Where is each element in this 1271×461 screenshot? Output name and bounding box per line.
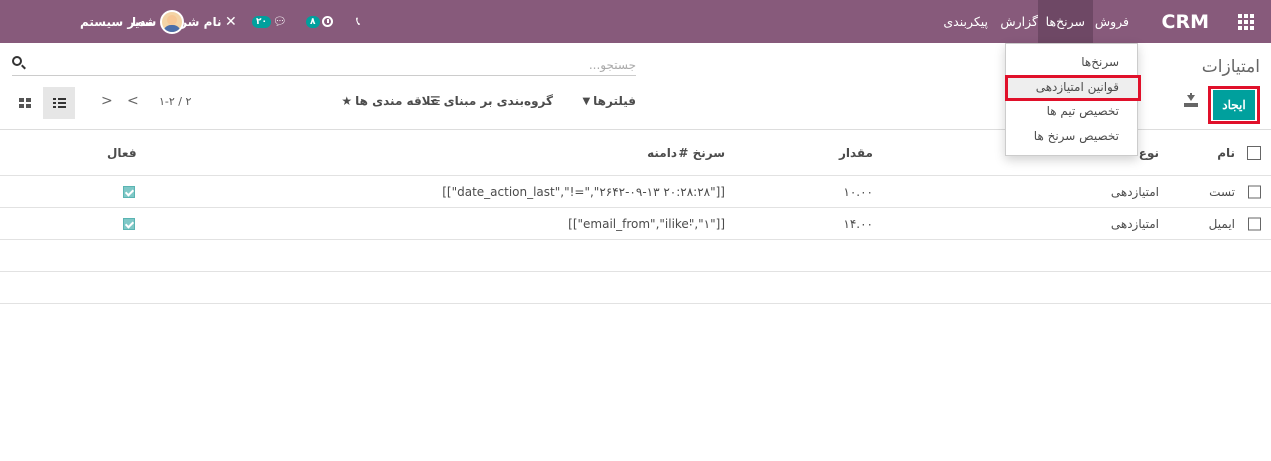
dropdown-item-lead-assignment[interactable]: تخصیص سرنخ ها bbox=[1034, 129, 1119, 143]
favorites-label: علاقه مندی ها bbox=[355, 94, 439, 108]
chat-icon: 💬︎ bbox=[273, 15, 287, 28]
header-lead-count[interactable]: # سرنخ bbox=[678, 146, 725, 160]
message-count-badge: ۲۰ bbox=[252, 15, 271, 28]
row-amount: ۱۰.۰۰ bbox=[843, 184, 873, 199]
filters-label: فیلترها bbox=[593, 94, 636, 108]
dropdown-item-team-assignment[interactable]: تخصیص تیم ها bbox=[1047, 104, 1119, 118]
user-name: مدیر سیستم bbox=[80, 14, 154, 29]
header-type[interactable]: نوع bbox=[1139, 146, 1159, 160]
favorites-button[interactable]: ★ علاقه مندی ها bbox=[341, 94, 439, 108]
apps-menu-icon[interactable] bbox=[1235, 0, 1257, 43]
download-icon[interactable] bbox=[1184, 93, 1198, 109]
search-bar bbox=[12, 54, 636, 76]
header-domain[interactable]: دامنه bbox=[647, 146, 677, 160]
list-view-button[interactable] bbox=[43, 87, 75, 119]
row-checkbox[interactable] bbox=[1248, 217, 1261, 230]
highlight-scoring-rules bbox=[1005, 75, 1141, 101]
filters-button[interactable]: ▼ فیلترها bbox=[582, 94, 636, 108]
row-name: ایمیل bbox=[1208, 216, 1235, 231]
pager-next-icon[interactable]: > bbox=[101, 93, 113, 109]
menu-sales[interactable]: فروش bbox=[1087, 0, 1137, 43]
kanban-view-button[interactable] bbox=[14, 93, 36, 113]
pager-value[interactable]: ۱-۲ / ۲ bbox=[159, 95, 191, 108]
pager-previous-icon[interactable]: < bbox=[127, 93, 139, 109]
row-active-checkbox[interactable] bbox=[123, 217, 135, 230]
clock-icon bbox=[321, 16, 333, 27]
empty-row bbox=[0, 272, 1271, 304]
highlight-create-button bbox=[1208, 86, 1260, 124]
breadcrumb: امتیازات bbox=[1201, 57, 1260, 77]
row-name: تست bbox=[1209, 184, 1235, 199]
header-active[interactable]: فعال bbox=[107, 146, 137, 160]
select-all-checkbox[interactable] bbox=[1247, 145, 1261, 160]
activity-count-badge: ۸ bbox=[306, 15, 320, 28]
search-icon bbox=[12, 56, 22, 66]
search-input[interactable] bbox=[56, 54, 636, 76]
activity-menu[interactable]: ۸ bbox=[306, 0, 333, 43]
debug-tools-icon[interactable]: ✕ bbox=[225, 0, 237, 43]
groupby-button[interactable]: ☰ گروه‌بندی بر مبنای bbox=[430, 94, 553, 108]
star-icon: ★ bbox=[341, 94, 353, 108]
empty-row bbox=[0, 240, 1271, 272]
row-type: امتیازدهی bbox=[1110, 216, 1159, 231]
top-navbar: CRM فروش سرنخ‌ها گزارش پیکربندی 📞︎ ۸ ۲۰ … bbox=[0, 0, 1271, 43]
phone-icon[interactable]: 📞︎ bbox=[356, 0, 360, 43]
messaging-menu[interactable]: ۲۰ 💬︎ bbox=[252, 0, 287, 43]
groupby-label: گروه‌بندی بر مبنای bbox=[443, 94, 553, 108]
row-amount: ۱۴.۰۰ bbox=[843, 216, 873, 231]
row-active-checkbox[interactable] bbox=[123, 185, 135, 198]
kanban-icon bbox=[19, 98, 31, 108]
menu-report[interactable]: گزارش bbox=[992, 0, 1046, 43]
row-domain: [["email_from","ilike","۱"]] bbox=[568, 216, 725, 231]
header-name[interactable]: نام bbox=[1217, 146, 1235, 160]
row-domain: [["date_action_last","!=","۲۶۴۲-۰۹-۱۳ ۲۰… bbox=[442, 184, 725, 199]
app-brand[interactable]: CRM bbox=[1162, 0, 1209, 43]
list-icon bbox=[52, 98, 66, 108]
table-row[interactable]: ایمیل امتیازدهی ۱۴.۰۰ ۰ [["email_from","… bbox=[0, 208, 1271, 240]
row-checkbox[interactable] bbox=[1248, 185, 1261, 198]
menu-config[interactable]: پیکربندی bbox=[935, 0, 996, 43]
dropdown-item-leads[interactable]: سرنخ‌ها bbox=[1081, 55, 1119, 69]
table-row[interactable]: تست امتیازدهی ۱۰.۰۰ ۰ [["date_action_las… bbox=[0, 176, 1271, 208]
header-amount[interactable]: مقدار bbox=[839, 146, 873, 160]
funnel-icon: ▼ bbox=[582, 95, 591, 107]
row-type: امتیازدهی bbox=[1110, 184, 1159, 199]
avatar bbox=[159, 9, 184, 34]
user-menu[interactable]: مدیر سیستم bbox=[80, 0, 184, 43]
